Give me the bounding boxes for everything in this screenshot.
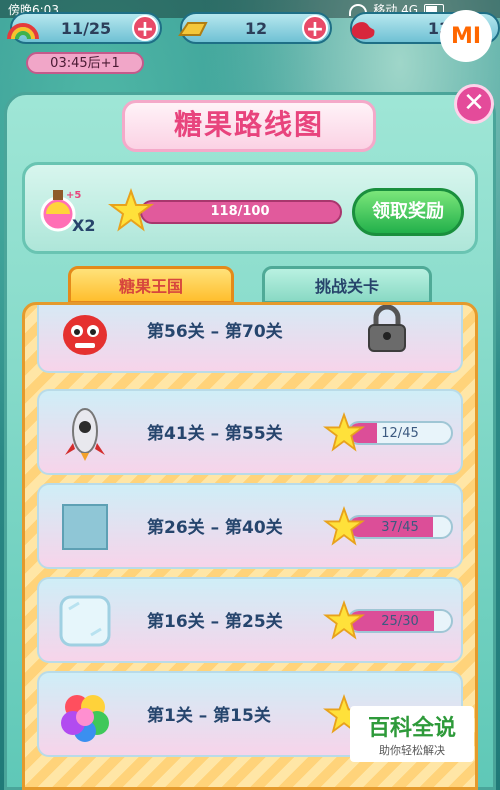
close-button[interactable]: ✕ <box>454 84 494 124</box>
watermark-subtitle: 助你轻松解决 <box>379 744 445 757</box>
potion-badge: +5 <box>66 190 81 201</box>
watermark-title: 百科全说 <box>367 716 456 741</box>
stage-row[interactable]: 第16关 – 第25关 25/30 <box>37 577 463 663</box>
mi-logo: MI <box>440 10 492 62</box>
add-gold-button[interactable]: + <box>302 15 328 42</box>
stage-label: 第41关 – 第55关 <box>147 424 283 444</box>
stage-row[interactable]: 第26关 – 第40关 37/45 <box>37 483 463 569</box>
dialog-title: 糖果路线图 <box>122 100 376 152</box>
lock-icon <box>368 305 406 352</box>
potion-multiplier: X2 <box>72 216 96 235</box>
star-icon <box>108 188 154 232</box>
star-icon <box>323 505 365 546</box>
gold-value: 12 <box>244 18 268 38</box>
stage-row[interactable]: 第56关 – 第70关 <box>37 305 463 373</box>
stage-label: 第56关 – 第70关 <box>147 322 283 342</box>
star-icon <box>323 599 365 640</box>
lives-counter: 11/25 + <box>7 12 162 44</box>
stage-row[interactable]: 第41关 – 第55关 12/45 <box>37 389 463 475</box>
ice-block-icon <box>62 504 108 550</box>
tab-challenge-levels[interactable]: 挑战关卡 <box>262 266 432 304</box>
gold-counter: 12 + <box>178 12 332 44</box>
rainbow-candy-icon <box>61 695 109 742</box>
lives-value: 11/25 <box>60 18 112 38</box>
rainbow-icon <box>7 23 39 40</box>
claim-reward-button[interactable]: 领取奖励 <box>352 188 464 236</box>
stage-label: 第26关 – 第40关 <box>147 518 283 538</box>
add-lives-button[interactable]: + <box>132 15 158 42</box>
life-timer: 03:45后+1 <box>26 52 144 74</box>
ice-cube-icon <box>59 595 111 647</box>
red-monster-icon <box>63 315 107 355</box>
star-icon <box>323 411 365 452</box>
stage-label: 第16关 – 第25关 <box>147 612 283 632</box>
stage-label: 第1关 – 第15关 <box>147 706 271 726</box>
gold-bar-icon <box>178 22 208 36</box>
jelly-bean-icon <box>351 22 375 40</box>
watermark: 百科全说 助你轻松解决 <box>350 706 474 762</box>
tab-candy-kingdom[interactable]: 糖果王国 <box>68 266 234 304</box>
total-progress-text: 118/100 <box>210 204 270 219</box>
rocket-icon <box>65 408 105 461</box>
